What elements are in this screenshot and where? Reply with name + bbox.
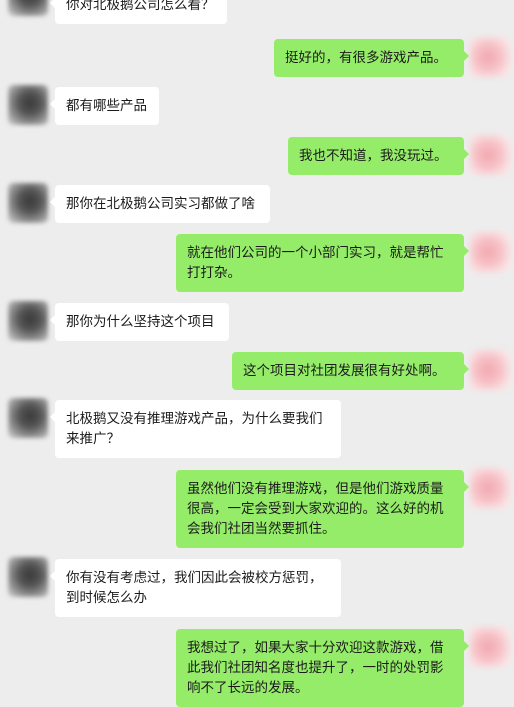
outgoing-message-bubble[interactable]: 挺好的，有很多游戏产品。 [274, 39, 469, 77]
contact-avatar[interactable] [8, 0, 48, 16]
incoming-message-bubble[interactable]: 那你为什么坚持这个项目 [50, 303, 229, 341]
user-avatar[interactable] [470, 350, 510, 390]
user-avatar[interactable] [470, 37, 510, 77]
outgoing-message-bubble[interactable]: 我想过了，如果大家十分欢迎这款游戏，借此我们社团知名度也提升了，一时的处罚影响不… [176, 629, 469, 707]
contact-avatar[interactable] [8, 85, 48, 125]
outgoing-message-bubble[interactable]: 虽然他们没有推理游戏，但是他们游戏质量很高，一定会受到大家欢迎的。这么好的机会我… [176, 470, 469, 548]
incoming-message-bubble[interactable]: 你有没有考虑过，我们因此会被校方惩罚，到时候怎么办 [50, 559, 341, 617]
outgoing-message-bubble[interactable]: 就在他们公司的一个小部门实习，就是帮忙打打杂。 [176, 234, 469, 292]
contact-avatar[interactable] [8, 183, 48, 223]
contact-avatar[interactable] [8, 557, 48, 597]
incoming-message-bubble[interactable]: 你对北极鹅公司怎么看？ [50, 0, 227, 24]
outgoing-message-bubble[interactable]: 这个项目对社团发展很有好处啊。 [232, 352, 469, 390]
user-avatar[interactable] [470, 627, 510, 667]
chat-message-list[interactable]: 你对北极鹅公司怎么看？ 挺好的，有很多游戏产品。 都有哪些产品 我也不知道，我没… [0, 0, 514, 707]
contact-avatar[interactable] [8, 301, 48, 341]
contact-avatar[interactable] [8, 398, 48, 438]
incoming-message-bubble[interactable]: 那你在北极鹅公司实习都做了啥 [50, 185, 270, 223]
user-avatar[interactable] [470, 232, 510, 272]
incoming-message-bubble[interactable]: 都有哪些产品 [50, 87, 159, 125]
incoming-message-bubble[interactable]: 北极鹅又没有推理游戏产品，为什么要我们来推广？ [50, 400, 341, 458]
outgoing-message-bubble[interactable]: 我也不知道，我没玩过。 [288, 137, 469, 175]
user-avatar[interactable] [470, 468, 510, 508]
user-avatar[interactable] [470, 135, 510, 175]
